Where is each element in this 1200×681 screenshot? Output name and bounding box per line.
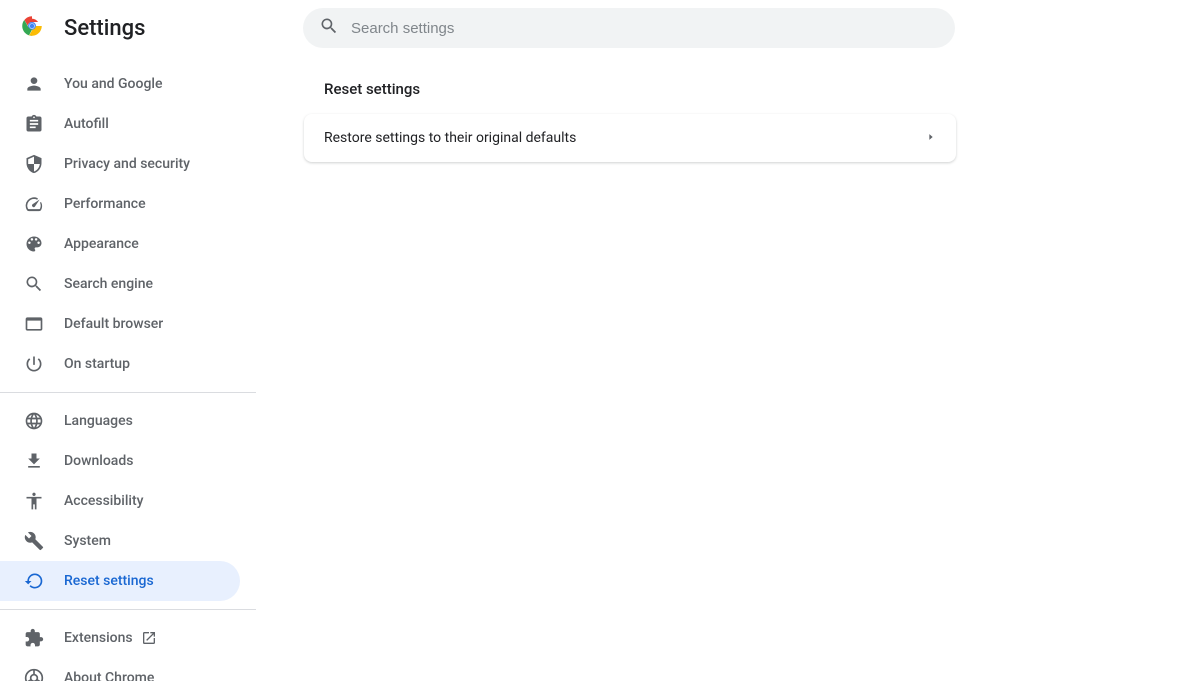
- search-input[interactable]: [351, 20, 939, 37]
- sidebar-item-appearance[interactable]: Appearance: [0, 224, 240, 264]
- sidebar-item-search-engine[interactable]: Search engine: [0, 264, 240, 304]
- extension-icon: [24, 628, 44, 648]
- sidebar-item-label: Accessibility: [64, 493, 143, 509]
- chrome-mono-icon: [24, 668, 44, 681]
- clipboard-icon: [24, 114, 44, 134]
- sidebar-item-extensions[interactable]: Extensions: [0, 618, 240, 658]
- sidebar-item-performance[interactable]: Performance: [0, 184, 240, 224]
- browser-icon: [24, 314, 44, 334]
- main-content: Reset settings Restore settings to their…: [256, 56, 1200, 681]
- chevron-right-icon: [926, 130, 936, 146]
- download-icon: [24, 451, 44, 471]
- sidebar-item-label: Default browser: [64, 316, 163, 332]
- globe-icon: [24, 411, 44, 431]
- page-title: Settings: [64, 16, 145, 41]
- restore-defaults-row[interactable]: Restore settings to their original defau…: [304, 114, 956, 162]
- search-icon: [24, 274, 44, 294]
- sidebar-item-privacy[interactable]: Privacy and security: [0, 144, 240, 184]
- speedometer-icon: [24, 194, 44, 214]
- sidebar-item-label: Languages: [64, 413, 133, 429]
- sidebar-item-on-startup[interactable]: On startup: [0, 344, 240, 384]
- power-icon: [24, 354, 44, 374]
- sidebar-item-label: Search engine: [64, 276, 153, 292]
- sidebar-item-label: System: [64, 533, 111, 549]
- sidebar-item-you-and-google[interactable]: You and Google: [0, 64, 240, 104]
- sidebar-item-reset[interactable]: Reset settings: [0, 561, 240, 601]
- open-in-new-icon: [141, 630, 157, 646]
- sidebar-item-system[interactable]: System: [0, 521, 240, 561]
- header: Settings: [0, 0, 1200, 56]
- sidebar-item-label: Autofill: [64, 116, 109, 132]
- chrome-logo-icon: [20, 14, 64, 42]
- sidebar-item-languages[interactable]: Languages: [0, 401, 240, 441]
- sidebar-item-label: On startup: [64, 356, 130, 372]
- sidebar-item-label: You and Google: [64, 76, 162, 92]
- sidebar-item-label: About Chrome: [64, 670, 154, 681]
- sidebar-item-autofill[interactable]: Autofill: [0, 104, 240, 144]
- sidebar-item-label: Appearance: [64, 236, 139, 252]
- section-title: Reset settings: [304, 80, 1152, 98]
- reset-icon: [24, 571, 44, 591]
- reset-card: Restore settings to their original defau…: [304, 114, 956, 162]
- wrench-icon: [24, 531, 44, 551]
- palette-icon: [24, 234, 44, 254]
- divider: [0, 609, 256, 610]
- sidebar-item-default-browser[interactable]: Default browser: [0, 304, 240, 344]
- sidebar-item-about[interactable]: About Chrome: [0, 658, 240, 681]
- person-icon: [24, 74, 44, 94]
- sidebar-item-label: Downloads: [64, 453, 133, 469]
- search-icon: [319, 16, 351, 40]
- accessibility-icon: [24, 491, 44, 511]
- sidebar: You and Google Autofill Privacy and secu…: [0, 56, 256, 681]
- search-bar[interactable]: [303, 8, 955, 48]
- restore-defaults-label: Restore settings to their original defau…: [324, 130, 576, 146]
- sidebar-item-accessibility[interactable]: Accessibility: [0, 481, 240, 521]
- sidebar-item-downloads[interactable]: Downloads: [0, 441, 240, 481]
- sidebar-item-label: Extensions: [64, 630, 133, 646]
- sidebar-item-label: Reset settings: [64, 573, 154, 589]
- shield-icon: [24, 154, 44, 174]
- sidebar-item-label: Privacy and security: [64, 156, 190, 172]
- divider: [0, 392, 256, 393]
- sidebar-item-label: Performance: [64, 196, 146, 212]
